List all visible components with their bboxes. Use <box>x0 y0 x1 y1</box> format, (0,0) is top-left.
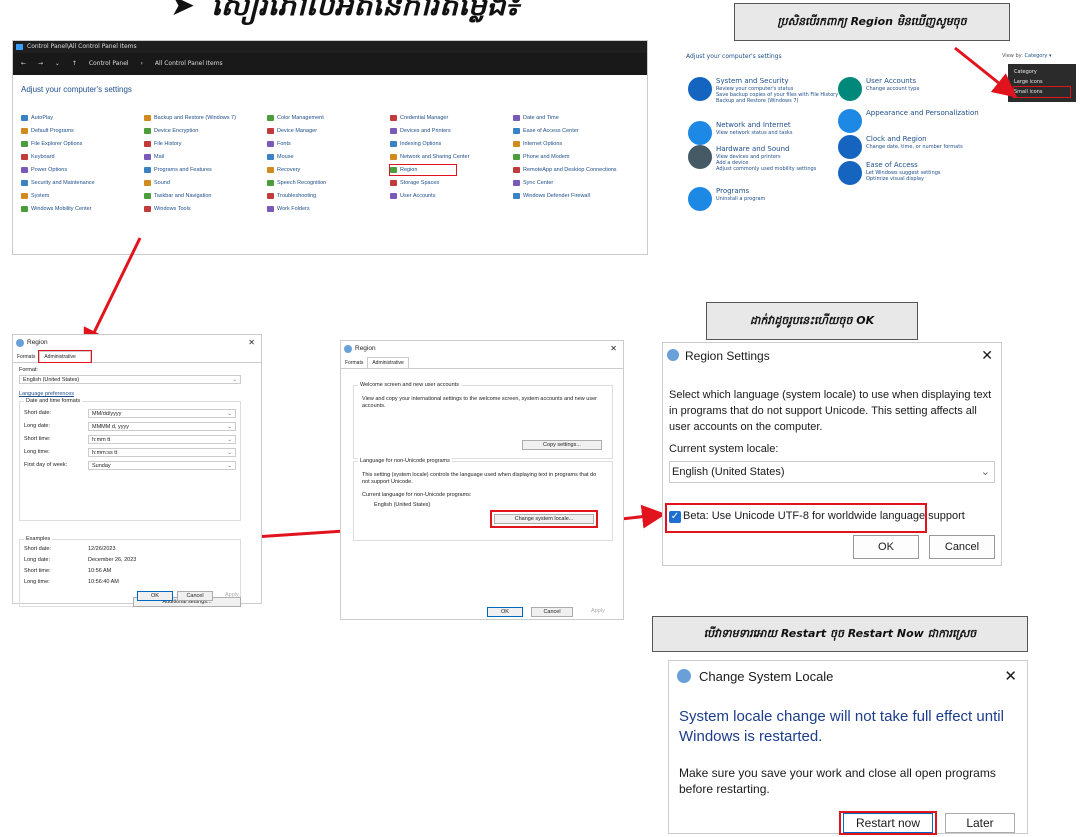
ok-button[interactable]: OK <box>137 591 173 601</box>
dialog-title: Region <box>355 345 376 352</box>
example-value: 10:56 AM <box>88 568 112 574</box>
globe-icon <box>16 339 24 347</box>
chevron-down-icon: ⌄ <box>227 437 232 443</box>
ok-button[interactable]: OK <box>853 535 919 559</box>
chevron-down-icon: ⌄ <box>227 411 232 417</box>
close-icon[interactable]: ✕ <box>1004 667 1017 685</box>
ok-button[interactable]: OK <box>487 607 523 617</box>
banner-hint-3: បើវាទាមទារអោយ Restart ចុច Restart Now ជា… <box>652 616 1028 652</box>
arrow-to-region-dialog <box>83 237 142 354</box>
dialog-title: Region Settings <box>685 349 770 363</box>
field-label: Long date: <box>24 423 50 429</box>
field-value: Sunday <box>92 463 111 469</box>
apply-button[interactable]: Apply <box>591 608 605 614</box>
field-select[interactable]: h:mm:ss tt ⌄ <box>88 448 236 457</box>
locale-value: English (United States) <box>672 466 785 478</box>
example-label: Long time: <box>24 579 50 585</box>
globe-icon <box>677 669 691 683</box>
chevron-down-icon: ⌄ <box>227 450 232 456</box>
region-settings-description: Select which language (system locale) to… <box>669 389 992 433</box>
change-system-locale-button[interactable]: Change system locale... <box>490 510 598 528</box>
chevron-down-icon: ⌄ <box>232 377 237 383</box>
cancel-button[interactable]: Cancel <box>929 535 995 559</box>
format-value: English (United States) <box>23 377 80 383</box>
example-value: 10:56:40 AM <box>88 579 119 585</box>
tab-formats[interactable]: Formats <box>341 358 367 368</box>
change-system-locale-dialog: Change System Locale ✕ System locale cha… <box>668 660 1028 835</box>
chevron-down-icon: ⌄ <box>980 466 990 478</box>
dialog-title: Change System Locale <box>699 669 834 684</box>
close-icon[interactable]: ✕ <box>981 347 993 364</box>
copy-settings-button[interactable]: Copy settings... <box>522 440 602 450</box>
welcome-text: View and copy your international setting… <box>362 396 597 409</box>
welcome-title: Welcome screen and new user accounts <box>358 382 461 388</box>
current-language-value: English (United States) <box>374 502 431 508</box>
example-label: Short time: <box>24 568 51 574</box>
date-time-group: Date and time formats Short date: MM/dd/y… <box>19 398 241 521</box>
field-value: h:mm:ss tt <box>92 450 118 456</box>
welcome-group: Welcome screen and new user accounts Vie… <box>353 382 613 459</box>
field-label: Short time: <box>24 436 51 442</box>
example-label: Long date: <box>24 557 50 563</box>
field-label: Long time: <box>24 449 50 455</box>
non-unicode-text: This setting (system locale) controls th… <box>362 472 597 485</box>
language-preferences-link[interactable]: Language preferences <box>19 391 74 397</box>
close-icon[interactable]: ✕ <box>610 341 617 357</box>
close-icon[interactable]: ✕ <box>248 335 255 351</box>
example-value: 12/26/2023 <box>88 546 116 552</box>
non-unicode-group: Language for non-Unicode programs This s… <box>353 458 613 541</box>
chevron-down-icon: ⌄ <box>227 424 232 430</box>
beta-label: Beta: Use Unicode UTF-8 for worldwide la… <box>683 510 965 522</box>
current-language-label: Current language for non-Unicode program… <box>362 492 472 498</box>
locale-select[interactable]: English (United States) ⌄ <box>669 461 995 483</box>
restart-body: Make sure you save your work and close a… <box>679 766 996 796</box>
dialog-title: Region <box>27 339 48 346</box>
example-value: December 26, 2023 <box>88 557 137 563</box>
cancel-button[interactable]: Cancel <box>531 607 573 617</box>
format-select[interactable]: English (United States) ⌄ <box>19 375 241 384</box>
tab-formats[interactable]: Formats <box>13 352 39 362</box>
locale-label: Current system locale: <box>669 443 779 455</box>
restart-now-button[interactable]: Restart now <box>843 813 933 833</box>
later-button[interactable]: Later <box>945 813 1015 833</box>
non-unicode-title: Language for non-Unicode programs <box>358 458 452 464</box>
arrow-to-small-icons <box>954 46 1018 98</box>
tab-administrative[interactable]: Administrative <box>38 350 93 363</box>
region-dialog-administrative: Region ✕ Formats Administrative Welcome sc… <box>340 340 624 620</box>
tab-administrative[interactable]: Administrative <box>367 357 409 368</box>
apply-button[interactable]: Apply <box>225 592 239 598</box>
chevron-down-icon: ⌄ <box>227 463 232 469</box>
beta-checkbox[interactable]: ✓ <box>669 511 681 523</box>
field-select[interactable]: h:mm tt ⌄ <box>88 435 236 444</box>
globe-icon <box>344 345 352 353</box>
banner-hint-2: ដាក់វាដូចរូបនេះហើយចុច OK <box>706 302 918 340</box>
field-value: h:mm tt <box>92 437 111 443</box>
examples-label: Examples <box>24 536 53 542</box>
region-settings-dialog: Region Settings ✕ Select which language … <box>662 342 1002 566</box>
restart-headline: System locale change will not take full … <box>679 708 1004 745</box>
field-label: First day of week: <box>24 462 68 468</box>
cancel-button[interactable]: Cancel <box>177 591 213 601</box>
field-value: MM/dd/yyyy <box>92 411 122 417</box>
field-select[interactable]: MM/dd/yyyy ⌄ <box>88 409 236 418</box>
field-select[interactable]: Sunday ⌄ <box>88 461 236 470</box>
example-label: Short date: <box>24 546 51 552</box>
region-dialog-formats: Region ✕ Formats Administrative Format: En… <box>12 334 262 607</box>
field-select[interactable]: MMMM d, yyyy ⌄ <box>88 422 236 431</box>
field-label: Short date: <box>24 410 51 416</box>
field-value: MMMM d, yyyy <box>92 424 129 430</box>
date-time-label: Date and time formats <box>24 398 83 404</box>
globe-icon <box>667 349 679 361</box>
